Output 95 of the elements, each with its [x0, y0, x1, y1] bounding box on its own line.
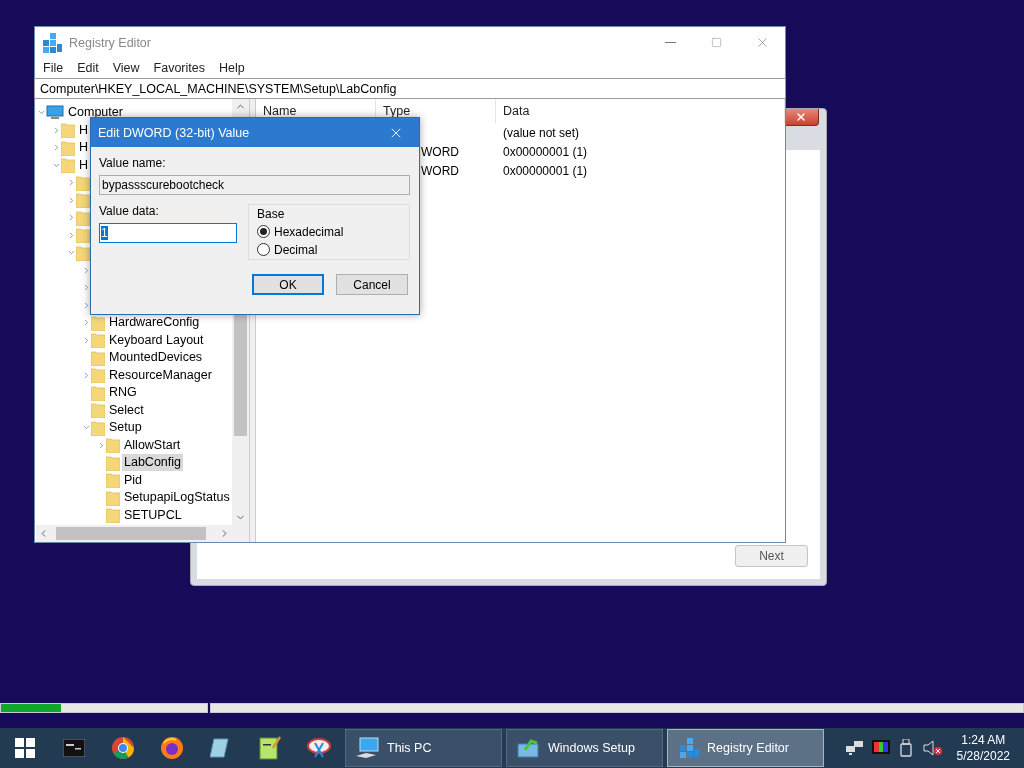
chevron-right-icon[interactable] — [82, 300, 91, 310]
folder-icon — [91, 402, 105, 419]
value-name-field[interactable]: bypassscurebootcheck — [99, 175, 410, 195]
dialog-title: Edit DWORD (32-bit) Value — [98, 125, 250, 140]
tree-item[interactable]: H — [77, 139, 91, 157]
usb-drive-icon[interactable] — [899, 739, 914, 757]
terminal-icon[interactable] — [62, 739, 85, 757]
group-label: Base — [257, 207, 286, 221]
folder-icon — [61, 139, 75, 156]
chevron-right-icon[interactable] — [52, 143, 61, 153]
color-display-icon[interactable] — [871, 740, 890, 756]
tree-item[interactable]: SetupapiLogStatus — [122, 489, 232, 507]
dialog-button[interactable]: Cancel — [336, 274, 408, 295]
tree-item[interactable]: H — [77, 156, 91, 174]
chevron-right-icon[interactable] — [82, 265, 91, 275]
table-cell-text: (value not set) — [502, 125, 581, 140]
next-button[interactable]: Next — [735, 545, 808, 567]
value-data-field[interactable]: 1 — [99, 223, 237, 243]
tree-item[interactable]: RNG — [107, 384, 139, 402]
folder-icon — [106, 507, 120, 524]
folder-icon — [91, 332, 105, 349]
maximize-icon — [710, 37, 722, 48]
scroll-thumb[interactable] — [56, 527, 206, 540]
table-cell-text: 0x00000001 (1) — [502, 163, 589, 178]
clock[interactable]: 1:24 AM 5/28/2022 — [956, 732, 1010, 764]
minimize-icon — [664, 42, 676, 43]
computer-icon — [356, 737, 380, 759]
chevron-right-icon[interactable] — [97, 440, 106, 450]
field-label: Value data: — [99, 204, 160, 218]
folder-icon — [91, 349, 105, 366]
folder-icon — [106, 489, 120, 506]
menu-item[interactable]: Help — [212, 61, 252, 75]
tree-item[interactable]: HardwareConfig — [107, 314, 202, 332]
chrome-icon[interactable] — [111, 737, 134, 759]
computer-icon — [46, 105, 64, 121]
tree-item[interactable]: LabConfig — [122, 454, 183, 472]
menu-item[interactable]: Favorites — [146, 61, 212, 75]
firefox-icon[interactable] — [160, 737, 183, 759]
folder-icon — [106, 472, 120, 489]
chevron-right-icon[interactable] — [82, 335, 91, 345]
horizontal-scrollbar[interactable] — [36, 525, 232, 542]
tree-item[interactable]: H — [77, 121, 91, 139]
menu-item[interactable]: File — [36, 61, 71, 75]
tree-item[interactable]: AllowStart — [122, 436, 183, 454]
windows-logo-icon[interactable] — [14, 738, 35, 758]
close-icon — [795, 111, 807, 123]
volume-muted-icon[interactable] — [922, 740, 943, 756]
table-cell-text: WORD — [420, 144, 460, 159]
registry-icon — [41, 31, 63, 54]
setup-icon — [517, 738, 541, 758]
scissors-icon[interactable] — [306, 737, 331, 759]
network-icon[interactable] — [845, 740, 864, 756]
folder-icon — [91, 367, 105, 384]
folder-icon — [61, 122, 75, 139]
notepad-plus-icon[interactable] — [258, 736, 281, 760]
table-cell-text: 0x00000001 (1) — [502, 144, 589, 159]
column-header[interactable]: Data — [496, 99, 785, 123]
tree-item[interactable]: Setup — [107, 419, 144, 437]
taskbar-button[interactable]: This PC — [345, 729, 502, 767]
radio-option[interactable]: Decimal — [257, 242, 401, 257]
table-cell-text: WORD — [420, 163, 460, 178]
tree-item[interactable]: SETUPCL — [122, 506, 184, 524]
chevron-right-icon[interactable] — [52, 125, 61, 135]
tree-item[interactable]: Select — [107, 401, 146, 419]
folder-icon — [106, 454, 120, 471]
registry-icon — [678, 737, 700, 759]
folder-icon — [91, 419, 105, 436]
folder-icon — [106, 437, 120, 454]
chevron-right-icon[interactable] — [67, 178, 76, 188]
radio-button[interactable] — [257, 225, 270, 238]
tree-item[interactable]: Keyboard Layout — [107, 331, 206, 349]
folder-icon — [61, 157, 75, 174]
notepad-icon[interactable] — [209, 737, 232, 759]
folder-icon — [91, 314, 105, 331]
menu-item[interactable]: View — [105, 61, 147, 75]
tree-item[interactable]: ResourceManager — [107, 366, 214, 384]
chevron-right-icon[interactable] — [67, 213, 76, 223]
address-bar[interactable]: Computer\HKEY_LOCAL_MACHINE\SYSTEM\Setup\LabConfig — [34, 78, 786, 99]
chevron-right-icon[interactable] — [82, 283, 91, 293]
tree-item[interactable]: Computer — [66, 104, 125, 122]
menu-item[interactable]: Edit — [70, 61, 106, 75]
folder-icon — [91, 384, 105, 401]
radio-option[interactable]: Hexadecimal — [257, 224, 401, 239]
field-label: Value name: — [99, 156, 167, 170]
taskbar-button[interactable]: Windows Setup — [506, 729, 663, 767]
chevron-right-icon[interactable] — [67, 230, 76, 240]
tree-item[interactable]: MountedDevices — [107, 349, 205, 367]
chevron-right-icon[interactable] — [82, 370, 91, 380]
window-title: Registry Editor — [69, 35, 152, 50]
taskbar-button[interactable]: Registry Editor — [667, 729, 824, 767]
chevron-right-icon[interactable] — [67, 195, 76, 205]
tree-item[interactable]: Pid — [122, 471, 145, 489]
dialog-button[interactable]: OK — [252, 274, 324, 295]
chevron-right-icon[interactable] — [82, 318, 91, 328]
radio-button[interactable] — [257, 243, 270, 256]
